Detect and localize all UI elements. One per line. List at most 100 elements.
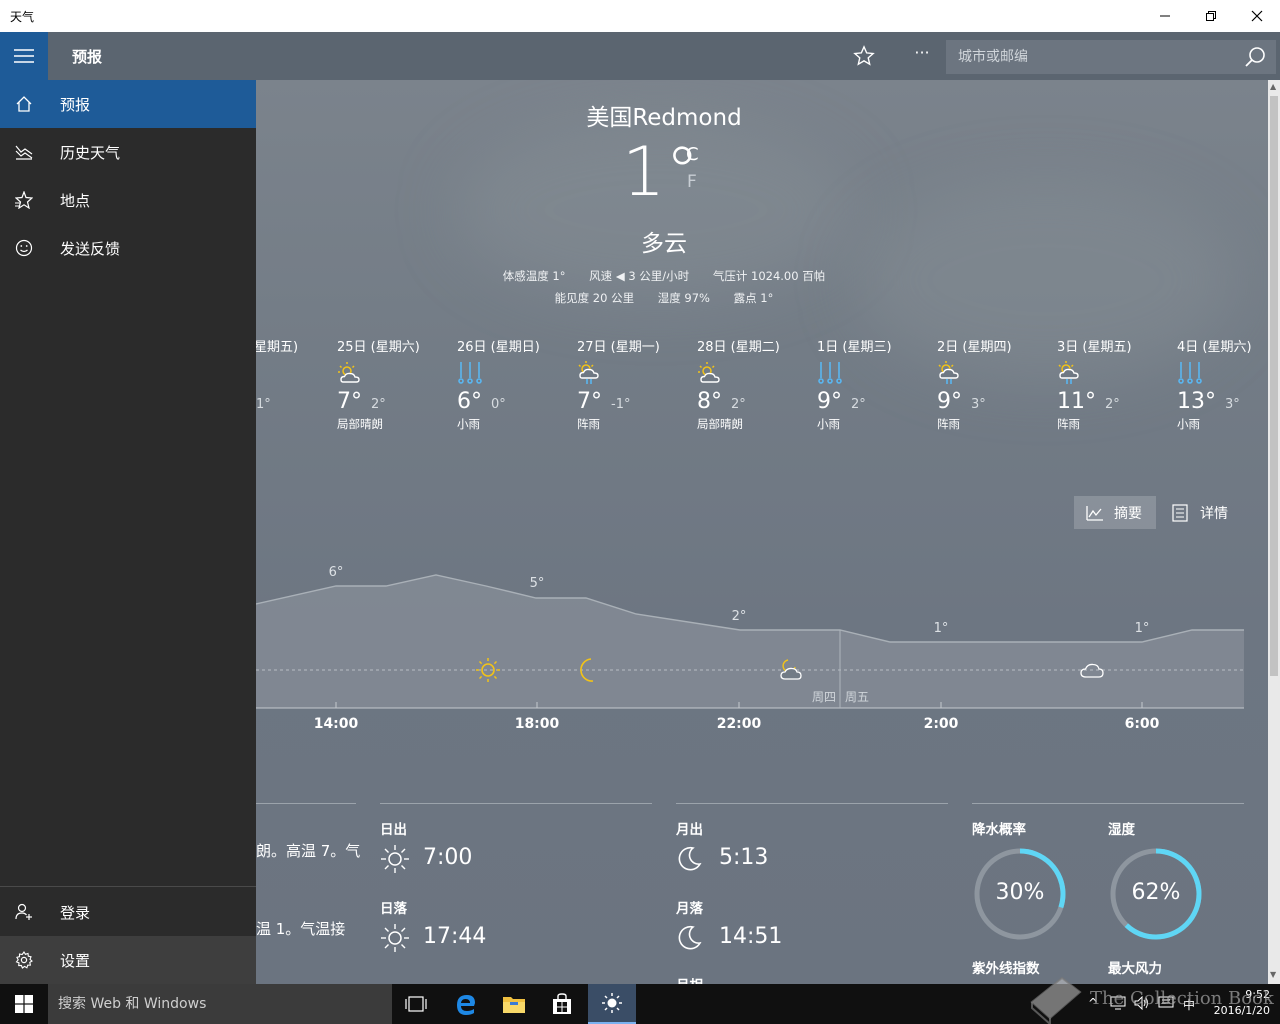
day-name: 26日 (星期日) xyxy=(457,340,540,355)
task-view-icon xyxy=(405,996,427,1012)
forecast-day[interactable]: 4日 (星期六) 13° 3° 小雨 xyxy=(1177,336,1267,432)
nav-item-history[interactable]: 历史天气 xyxy=(0,128,256,176)
hamburger-button[interactable] xyxy=(0,32,48,80)
humidity-label: 湿度 xyxy=(1108,822,1135,838)
gear-icon xyxy=(15,951,33,969)
search-icon[interactable] xyxy=(1244,46,1266,68)
day-high: 7° xyxy=(337,389,362,414)
hour-temp-label: 1° xyxy=(1135,621,1150,636)
forecast-day[interactable]: 25日 (星期六) 7° 2° 局部晴朗 xyxy=(337,336,457,432)
visibility: 能见度 20 公里 xyxy=(554,291,635,305)
windows-logo-icon xyxy=(15,995,33,1013)
hamburger-icon xyxy=(14,49,34,63)
nav-item-label: 预报 xyxy=(60,95,91,114)
scroll-thumb[interactable] xyxy=(1270,96,1278,676)
day-temp: 6° 0° xyxy=(457,389,577,414)
scroll-up-icon[interactable]: ▲ xyxy=(1270,82,1276,91)
summary-toggle[interactable]: 摘要 xyxy=(1074,496,1156,529)
hour-time-label: 18:00 xyxy=(515,716,560,732)
book-watermark-icon xyxy=(1030,976,1082,1024)
precip-value: 30% xyxy=(995,880,1045,905)
chart-line-icon xyxy=(1086,505,1103,521)
sunrise-icon xyxy=(381,845,409,873)
day-temp: 9° 2° xyxy=(817,389,937,414)
day-desc: 小雨 xyxy=(817,417,840,431)
restore-button[interactable] xyxy=(1188,0,1234,32)
app-header: 预报 ··· xyxy=(0,32,1280,80)
search-input[interactable] xyxy=(946,40,1276,74)
nav-item-forecast[interactable]: 预报 xyxy=(0,80,256,128)
forecast-day[interactable]: 27日 (星期一) 7° -1° 阵雨 xyxy=(577,336,697,432)
unit-celsius[interactable]: C xyxy=(686,144,699,165)
hour-time-label: 6:00 xyxy=(1125,716,1160,732)
sunset-icon xyxy=(381,924,409,952)
current-condition: 多云 xyxy=(641,231,687,257)
more-button[interactable]: ··· xyxy=(906,42,938,70)
unit-fahrenheit[interactable]: F xyxy=(687,172,697,192)
precip-label: 降水概率 xyxy=(972,822,1026,838)
forecast-day[interactable]: 2日 (星期四) 9° 3° 阵雨 xyxy=(937,336,1057,432)
day-high: 9° xyxy=(817,389,842,414)
store-button[interactable] xyxy=(538,984,586,1024)
showers-icon xyxy=(578,361,599,384)
main-scrollbar[interactable]: ▲ ▼ xyxy=(1268,80,1280,984)
day-temp: 9° 3° xyxy=(937,389,1057,414)
current-details-row1: 体感温度 1° 风速 ◀ 3 公里/小时 气压计 1024.00 百帕 xyxy=(256,268,1072,284)
weather-sun-icon xyxy=(602,993,622,1013)
day-name: 2日 (星期四) xyxy=(937,340,1012,355)
day-high: 7° xyxy=(577,389,602,414)
pressure: 气压计 1024.00 百帕 xyxy=(712,269,826,283)
restore-icon xyxy=(1206,11,1216,21)
forecast-day[interactable]: 1日 (星期三) 9° 2° 小雨 xyxy=(817,336,937,432)
moonset-time: 14:51 xyxy=(719,924,783,949)
day-low: 3° xyxy=(1225,397,1240,412)
day-desc: 局部晴朗 xyxy=(697,417,743,431)
nav-item-feedback[interactable]: 发送反馈 xyxy=(0,224,256,272)
humidity-value: 62% xyxy=(1131,880,1181,905)
day-high: 13° xyxy=(1177,389,1216,414)
day-desc: 阵雨 xyxy=(577,417,600,431)
forecast-day[interactable]: 26日 (星期日) 6° 0° 小雨 xyxy=(457,336,577,432)
nav-item-label: 设置 xyxy=(60,951,91,970)
close-button[interactable] xyxy=(1234,0,1280,32)
weather-main: 美国Redmond 1° C F 多云 体感温度 1° 风速 ◀ 3 公里/小时… xyxy=(256,80,1268,984)
nav-item-places[interactable]: 地点 xyxy=(0,176,256,224)
nav-pane: 预报 历史天气 地点 发送反馈 登录 设置 xyxy=(0,80,256,984)
scroll-down-icon[interactable]: ▼ xyxy=(1270,970,1276,979)
file-explorer-button[interactable] xyxy=(490,984,538,1024)
section-divider xyxy=(972,803,1244,804)
day-temp: 7° -1° xyxy=(577,389,697,414)
hour-temp-label: 6° xyxy=(329,565,344,580)
day-temp: 8° 2° xyxy=(697,389,817,414)
day-low: 3° xyxy=(971,397,986,412)
forecast-day[interactable]: 3日 (星期五) 11° 2° 阵雨 xyxy=(1057,336,1177,432)
favorite-button[interactable] xyxy=(848,42,880,70)
taskbar-search[interactable]: 搜索 Web 和 Windows xyxy=(48,984,392,1024)
rain-icon xyxy=(818,362,842,384)
day-desc: 阵雨 xyxy=(937,417,960,431)
edge-button[interactable] xyxy=(442,984,490,1024)
minimize-button[interactable] xyxy=(1142,0,1188,32)
day-label-right: 周五 xyxy=(845,690,869,704)
summary-text-1: 朗。高温 7。气 xyxy=(256,842,361,860)
rain-icon xyxy=(458,362,482,384)
forecast-day[interactable]: 28日 (星期二) 8° 2° 局部晴朗 xyxy=(697,336,817,432)
nav-item-label: 登录 xyxy=(60,903,91,922)
weather-app-button[interactable] xyxy=(588,984,636,1024)
details-toggle[interactable]: 详情 xyxy=(1160,496,1242,529)
moonrise-label: 月出 xyxy=(676,822,703,838)
store-icon xyxy=(553,993,571,1014)
task-view-button[interactable] xyxy=(392,984,440,1024)
nav-item-signin[interactable]: 登录 xyxy=(0,888,256,936)
home-icon xyxy=(16,96,32,112)
sunset-time: 17:44 xyxy=(423,924,487,949)
start-button[interactable] xyxy=(0,984,48,1024)
places-star-icon xyxy=(15,191,33,209)
hour-temp-label: 1° xyxy=(934,621,949,636)
day-name: 27日 (星期一) xyxy=(577,340,660,355)
nav-item-settings[interactable]: 设置 xyxy=(0,936,256,984)
day-low: 2° xyxy=(371,397,386,412)
title-bar: 天气 xyxy=(0,0,1280,32)
hour-time-label: 2:00 xyxy=(924,716,959,732)
moonset-icon xyxy=(678,925,702,950)
